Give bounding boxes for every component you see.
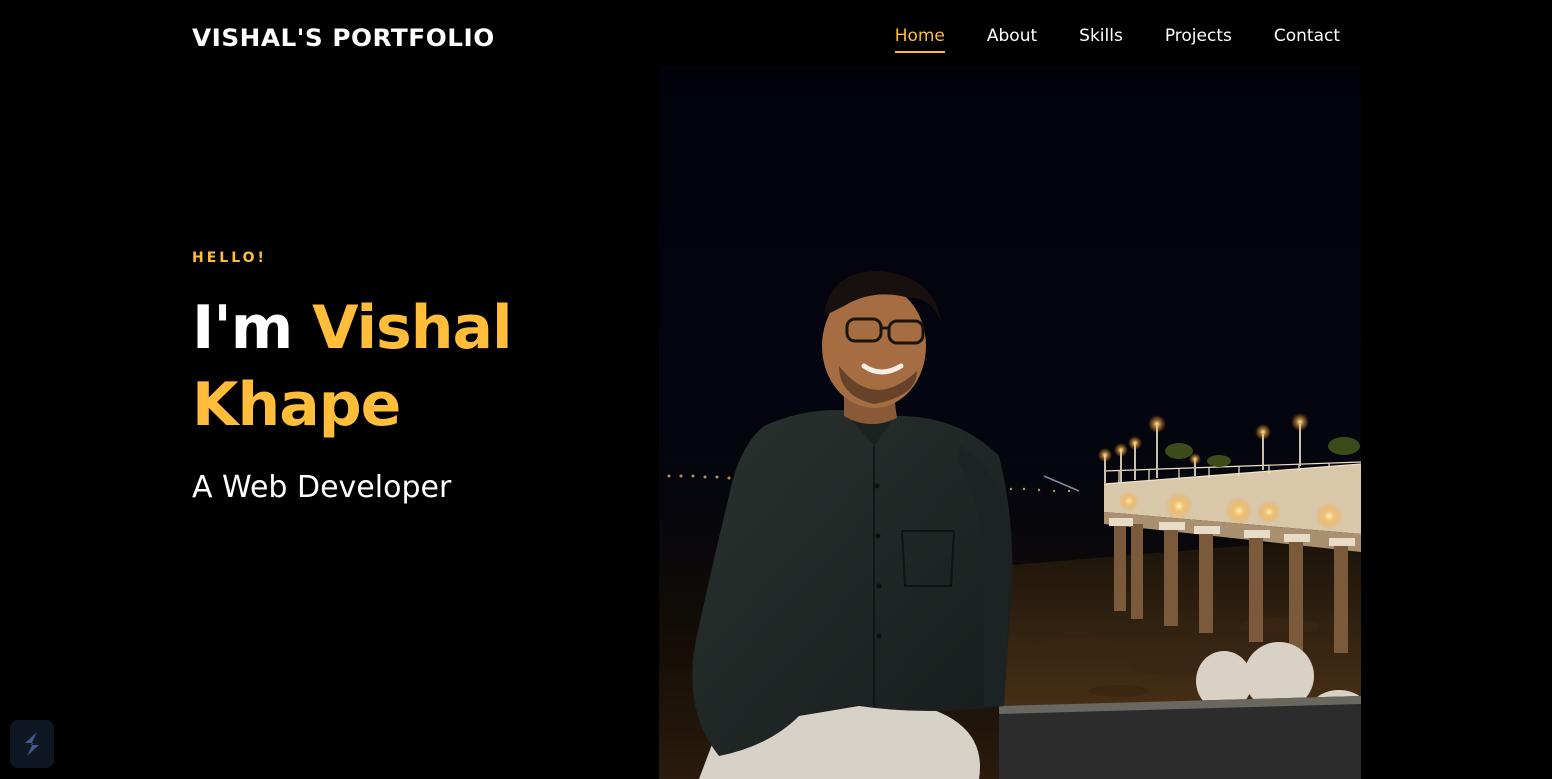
nav-about[interactable]: About xyxy=(987,26,1037,53)
hero-photo xyxy=(659,66,1361,779)
s-logo-icon[interactable] xyxy=(10,720,54,768)
portfolio-page: VISHAL'S PORTFOLIO Home About Skills Pro… xyxy=(0,0,1552,779)
hero-photo-illustration xyxy=(667,271,1361,779)
nav-home[interactable]: Home xyxy=(894,26,945,53)
main-nav: Home About Skills Projects Contact xyxy=(894,26,1340,53)
hero-intro: I'm xyxy=(192,293,293,363)
hero-greeting: HELLO! xyxy=(192,250,267,266)
hero-last-name: Khape xyxy=(192,370,401,440)
hero-headline: I'm Vishal Khape xyxy=(192,290,652,444)
hero-first-name: Vishal xyxy=(312,293,512,363)
nav-skills[interactable]: Skills xyxy=(1079,26,1123,53)
nav-projects[interactable]: Projects xyxy=(1165,26,1232,53)
s-logo-glyph xyxy=(25,732,39,756)
nav-contact[interactable]: Contact xyxy=(1274,26,1340,53)
brand-logo[interactable]: VISHAL'S PORTFOLIO xyxy=(192,24,495,52)
hero-subtitle: A Web Developer xyxy=(192,470,452,505)
